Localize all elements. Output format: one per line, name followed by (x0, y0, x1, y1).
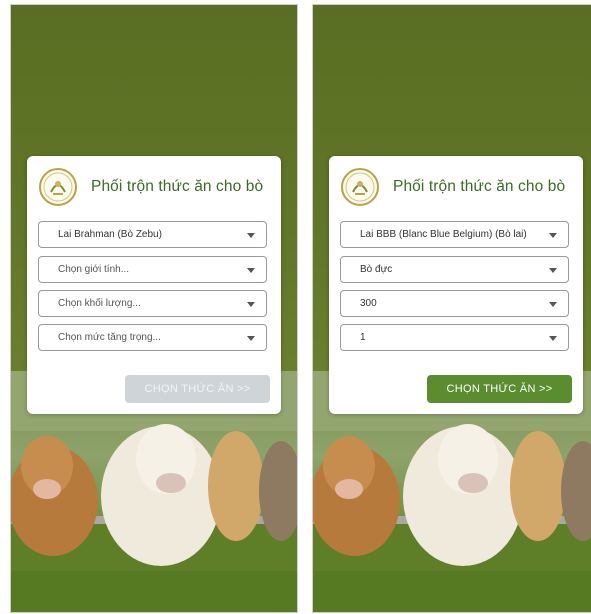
breed-select-value: Lai Brahman (Bò Zebu) (58, 229, 162, 240)
gender-select-value: Chọn giới tính... (58, 264, 130, 275)
chevron-down-icon (247, 268, 255, 273)
weight-select[interactable]: Chọn khối lượng... (38, 290, 267, 317)
gender-select[interactable]: Chọn giới tính... (38, 256, 267, 283)
logo (341, 168, 379, 206)
chevron-down-icon (549, 268, 557, 273)
gender-select[interactable]: Bò đực (340, 256, 569, 283)
weight-gain-select-value: Chọn mức tăng trọng... (58, 332, 161, 343)
chevron-down-icon (549, 233, 557, 238)
chevron-down-icon (247, 302, 255, 307)
chevron-down-icon (549, 302, 557, 307)
chevron-down-icon (247, 336, 255, 341)
breed-select-value: Lai BBB (Blanc Blue Belgium) (Bò lai) (360, 229, 527, 240)
screen-filled-form: Phối trộn thức ăn cho bò Lai BBB (Blanc … (312, 4, 591, 613)
weight-gain-select-value: 1 (360, 332, 366, 343)
weight-gain-select[interactable]: 1 (340, 324, 569, 351)
form-card: Phối trộn thức ăn cho bò Lai BBB (Blanc … (329, 156, 583, 414)
form-card: Phối trộn thức ăn cho bò Lai Brahman (Bò… (27, 156, 281, 414)
chevron-down-icon (549, 336, 557, 341)
breed-select[interactable]: Lai Brahman (Bò Zebu) (38, 221, 267, 248)
weight-select[interactable]: 300 (340, 290, 569, 317)
page-title: Phối trộn thức ăn cho bò (393, 178, 566, 195)
screen-empty-form: Phối trộn thức ăn cho bò Lai Brahman (Bò… (10, 4, 298, 613)
breed-select[interactable]: Lai BBB (Blanc Blue Belgium) (Bò lai) (340, 221, 569, 248)
weight-select-value: Chọn khối lượng... (58, 298, 141, 309)
gender-select-value: Bò đực (360, 264, 393, 275)
choose-feed-button[interactable]: CHỌN THỨC ĂN >> (125, 375, 270, 403)
chevron-down-icon (247, 233, 255, 238)
weight-select-value: 300 (360, 298, 377, 309)
weight-gain-select[interactable]: Chọn mức tăng trọng... (38, 324, 267, 351)
choose-feed-button[interactable]: CHỌN THỨC ĂN >> (427, 375, 572, 403)
logo (39, 168, 77, 206)
page-title: Phối trộn thức ăn cho bò (91, 178, 264, 195)
